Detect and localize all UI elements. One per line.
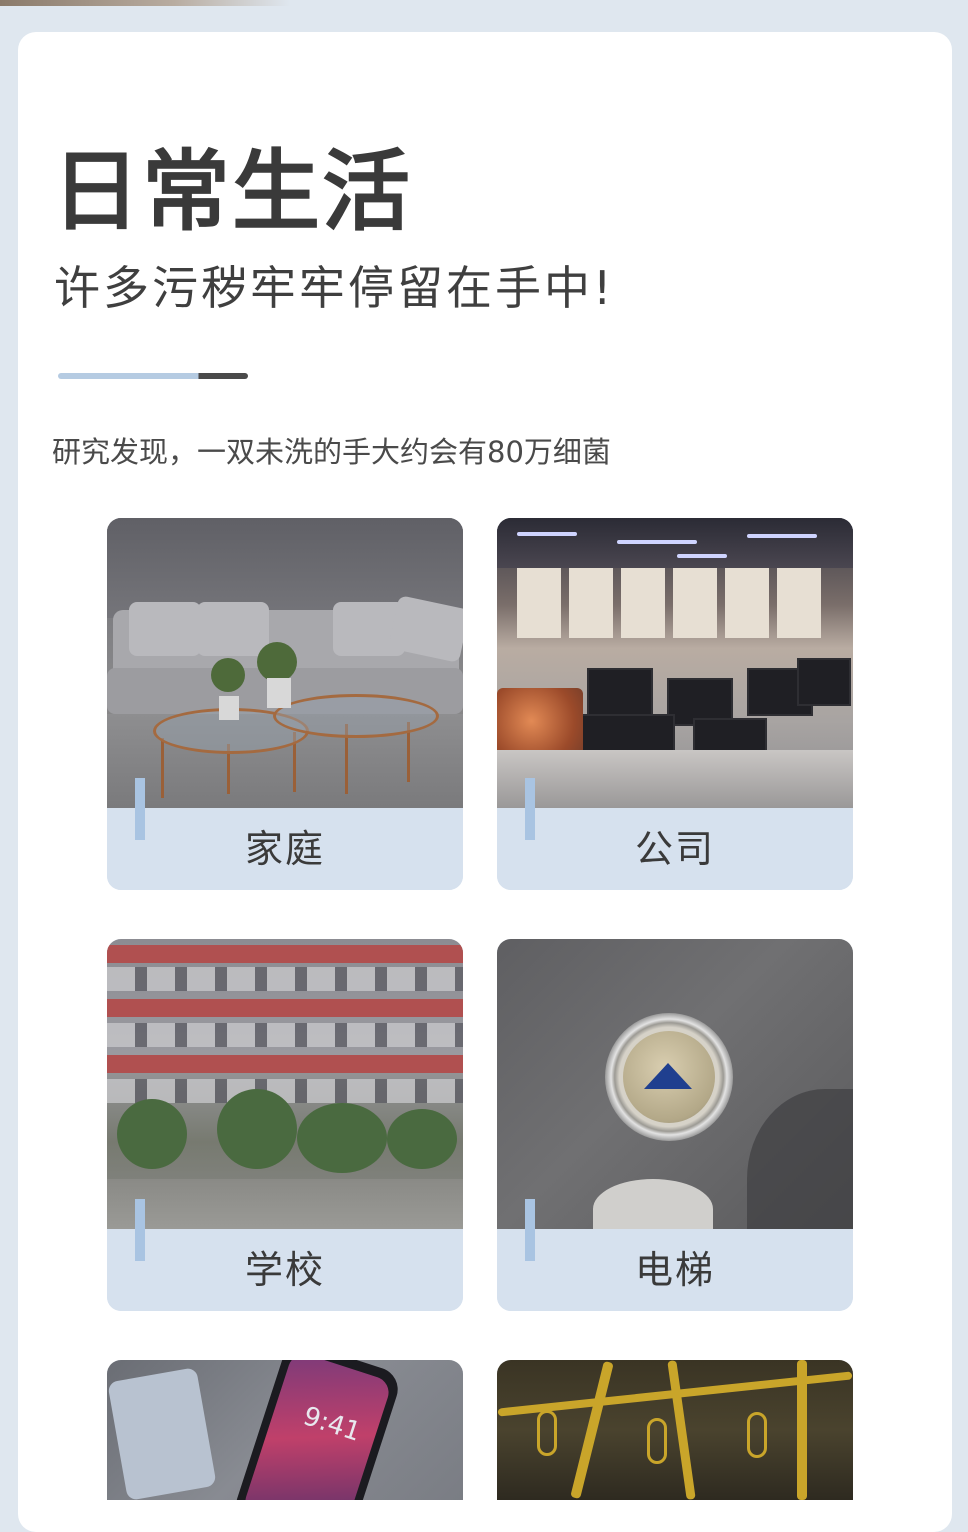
research-description: 研究发现，一双未洗的手大约会有80万细菌 xyxy=(52,435,611,469)
tile-home[interactable]: 家庭 xyxy=(107,518,463,890)
tile-label-home: 家庭 xyxy=(244,827,325,871)
tile-phone[interactable]: 9:41 xyxy=(107,1360,463,1500)
school-building-photo-icon xyxy=(107,939,463,1229)
page-subtitle: 许多污秽牢牢停留在手中! xyxy=(54,261,615,315)
tile-label-office: 公司 xyxy=(634,827,715,871)
up-arrow-icon xyxy=(644,1063,692,1089)
elevator-button-photo-icon xyxy=(497,939,853,1229)
top-strip xyxy=(0,0,968,6)
tile-office[interactable]: 公司 xyxy=(497,518,853,890)
phone-clock: 9:41 xyxy=(299,1401,365,1448)
smartphone-photo-icon: 9:41 xyxy=(107,1360,463,1500)
section-divider xyxy=(58,373,248,379)
office-photo-icon xyxy=(497,518,853,808)
sofa-photo-icon xyxy=(107,518,463,808)
tile-bus[interactable] xyxy=(497,1360,853,1500)
tile-school[interactable]: 学校 xyxy=(107,939,463,1311)
tile-label-school: 学校 xyxy=(244,1248,325,1292)
tile-elevator[interactable]: 电梯 xyxy=(497,939,853,1311)
page-title: 日常生活 xyxy=(52,140,413,243)
tile-label-elevator: 电梯 xyxy=(634,1248,715,1292)
bus-handrail-photo-icon xyxy=(497,1360,853,1500)
